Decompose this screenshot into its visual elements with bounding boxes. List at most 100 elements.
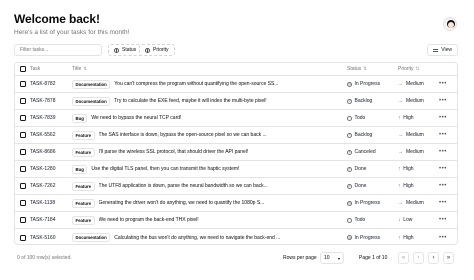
task-title: Generating the driver won't do anything,… bbox=[98, 200, 265, 206]
task-id: TASK-8782 bbox=[30, 81, 56, 87]
view-options-button[interactable]: View bbox=[427, 44, 458, 56]
avatar[interactable] bbox=[443, 17, 457, 31]
task-title: The UTF8 application is down, parse the … bbox=[98, 183, 268, 189]
next-page-button[interactable]: › bbox=[428, 252, 439, 264]
arrow-up-icon: ↑ bbox=[398, 234, 401, 241]
first-page-button[interactable]: « bbox=[398, 252, 409, 264]
row-checkbox[interactable] bbox=[20, 166, 26, 172]
filter-tasks-input[interactable] bbox=[14, 44, 102, 56]
row-actions-button[interactable]: ••• bbox=[439, 76, 447, 92]
selected-rows-count: 0 of 100 row(s) selected. bbox=[17, 255, 72, 261]
table-row[interactable]: TASK-1138 Feature Generating the driver … bbox=[15, 195, 457, 212]
task-status-label: In Progress bbox=[354, 234, 381, 241]
row-actions-button[interactable]: ••• bbox=[439, 110, 447, 126]
row-actions-button[interactable]: ••• bbox=[439, 229, 447, 244]
sort-icon: ⇅ bbox=[83, 66, 88, 71]
task-title-cell: Feature I'll parse the wireless SSL prot… bbox=[72, 144, 292, 160]
row-checkbox[interactable] bbox=[20, 98, 26, 104]
page-title: Welcome back! bbox=[14, 12, 100, 26]
row-actions-button[interactable]: ••• bbox=[439, 178, 447, 194]
status-filter-button[interactable]: Status bbox=[108, 44, 143, 56]
table-row[interactable]: TASK-7262 Feature The UTF8 application i… bbox=[15, 178, 457, 195]
task-title: We need to bypass the neural TCP card! bbox=[91, 115, 182, 121]
table-row[interactable]: TASK-8686 Feature I'll parse the wireles… bbox=[15, 144, 457, 161]
help-circle-icon: ? bbox=[347, 132, 352, 138]
task-title-cell: Feature Generating the driver won't do a… bbox=[72, 195, 292, 211]
table-row[interactable]: TASK-7184 Feature We need to program the… bbox=[15, 212, 457, 229]
task-priority-label: Medium bbox=[406, 149, 424, 155]
task-id: TASK-1280 bbox=[30, 166, 56, 172]
task-status: ? Backlog bbox=[347, 127, 372, 143]
task-status: ◷ In Progress bbox=[347, 195, 380, 211]
status-filter-label: Status bbox=[122, 47, 137, 53]
task-id: TASK-5562 bbox=[30, 132, 56, 138]
row-actions-button[interactable]: ••• bbox=[439, 93, 447, 109]
task-label-badge: Feature bbox=[72, 215, 95, 225]
chevron-left-icon: ‹ bbox=[417, 255, 420, 261]
table-row[interactable]: TASK-8782 Documentation You can't compre… bbox=[15, 76, 457, 93]
task-priority-label: Medium bbox=[406, 98, 424, 104]
task-status-label: Done bbox=[354, 183, 367, 189]
task-label-badge: Bug bbox=[72, 164, 88, 174]
row-checkbox[interactable] bbox=[20, 234, 26, 241]
row-checkbox[interactable] bbox=[20, 217, 26, 223]
row-actions-button[interactable]: ••• bbox=[439, 212, 447, 228]
task-priority-label: High bbox=[403, 183, 414, 189]
more-horizontal-icon: ••• bbox=[439, 115, 447, 121]
task-priority: → Medium bbox=[398, 93, 424, 109]
task-title-cell: Documentation You can't compress the pro… bbox=[72, 76, 292, 92]
task-title-cell: Documentation Calculating the bus won't … bbox=[72, 229, 292, 244]
row-actions-button[interactable]: ••• bbox=[439, 161, 447, 177]
task-priority-label: High bbox=[403, 115, 414, 121]
row-checkbox[interactable] bbox=[20, 132, 26, 138]
chevrons-left-icon: « bbox=[401, 255, 406, 261]
task-label-badge: Documentation bbox=[72, 96, 111, 106]
task-status: ? Backlog bbox=[347, 93, 372, 109]
row-actions-button[interactable]: ••• bbox=[439, 127, 447, 143]
task-title: Try to calculate the EXE feed, maybe it … bbox=[114, 98, 267, 104]
task-priority: ↓ Low bbox=[398, 212, 412, 228]
task-status: Todo bbox=[347, 212, 365, 228]
row-actions-button[interactable]: ••• bbox=[439, 144, 447, 160]
column-header-status[interactable]: Status ⇅ bbox=[347, 63, 367, 75]
last-page-button[interactable]: » bbox=[443, 252, 454, 264]
priority-filter-button[interactable]: Priority bbox=[139, 44, 175, 56]
sort-icon: ⇅ bbox=[415, 66, 420, 71]
row-checkbox[interactable] bbox=[20, 183, 26, 189]
task-status-label: Todo bbox=[354, 217, 366, 223]
sort-icon: ⇅ bbox=[363, 66, 367, 71]
column-header-priority[interactable]: Priority ⇅ bbox=[398, 63, 419, 75]
previous-page-button[interactable]: ‹ bbox=[413, 252, 424, 264]
page-info: Page 1 of 10 bbox=[359, 255, 388, 261]
row-actions-button[interactable]: ••• bbox=[439, 195, 447, 211]
more-horizontal-icon: ••• bbox=[439, 183, 447, 189]
task-status: × Canceled bbox=[347, 144, 376, 160]
rows-per-page-select[interactable]: 10 ▾ bbox=[320, 252, 344, 264]
task-priority: ↑ High bbox=[398, 178, 414, 194]
row-checkbox[interactable] bbox=[20, 149, 26, 155]
avatar-face bbox=[448, 22, 454, 28]
select-all-checkbox[interactable] bbox=[20, 66, 26, 72]
sliders-icon bbox=[433, 48, 439, 52]
chevron-down-icon: ▾ bbox=[337, 255, 340, 261]
task-status-label: Canceled bbox=[354, 149, 376, 155]
task-priority: → Medium bbox=[398, 76, 424, 92]
row-checkbox[interactable] bbox=[20, 115, 26, 121]
table-row[interactable]: TASK-5562 Feature The SAS interface is d… bbox=[15, 127, 457, 144]
row-checkbox[interactable] bbox=[20, 200, 26, 206]
table-row[interactable]: TASK-5160 Documentation Calculating the … bbox=[15, 229, 457, 244]
row-checkbox[interactable] bbox=[20, 81, 26, 87]
more-horizontal-icon: ••• bbox=[439, 200, 447, 206]
table-row[interactable]: TASK-7878 Documentation Try to calculate… bbox=[15, 93, 457, 110]
task-priority: → Medium bbox=[398, 144, 424, 160]
check-circle-icon: ✓ bbox=[347, 183, 352, 189]
column-header-title[interactable]: Title ⇅ bbox=[72, 63, 292, 75]
task-label-badge: Feature bbox=[72, 130, 95, 140]
task-label-badge: Feature bbox=[72, 198, 95, 208]
table-row[interactable]: TASK-7839 Bug We need to bypass the neur… bbox=[15, 110, 457, 127]
task-title: The SAS interface is down, bypass the op… bbox=[98, 132, 267, 138]
task-label-badge: Documentation bbox=[72, 79, 111, 89]
more-horizontal-icon: ••• bbox=[439, 166, 447, 172]
task-title: You can't compress the program without q… bbox=[114, 81, 279, 87]
table-row[interactable]: TASK-1280 Bug Use the digital TLS panel,… bbox=[15, 161, 457, 178]
